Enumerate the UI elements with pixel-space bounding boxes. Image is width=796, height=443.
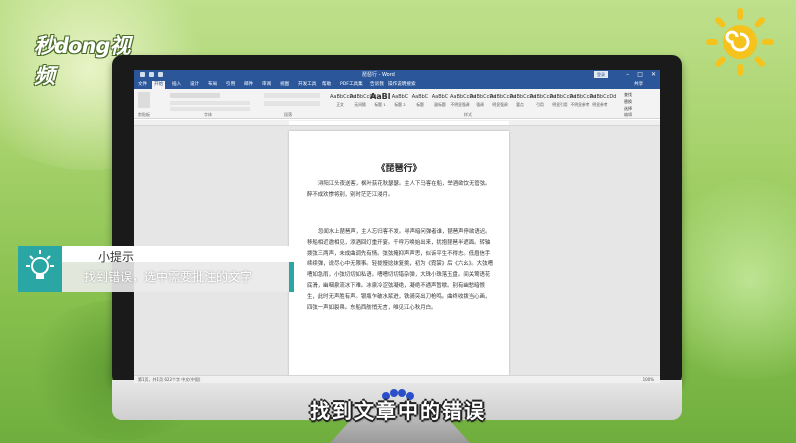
status-bar: 第1页，共1页 622个字 中文(中国) 100% <box>134 375 660 383</box>
tab-view[interactable]: 视图 <box>280 81 289 87</box>
ribbon: AaBbCcDd 正文 AaBbCcDd 无间隔 AaBl 标题 1 AaBbC 标题 … <box>134 89 660 119</box>
lightbulb-icon <box>26 250 54 279</box>
paragraph-buttons[interactable] <box>264 93 320 98</box>
share-button[interactable]: 共享 <box>634 81 643 87</box>
maximize-icon[interactable]: □ <box>637 71 643 78</box>
tab-mailings[interactable]: 邮件 <box>244 81 253 87</box>
group-label-editing: 编辑 <box>624 112 632 117</box>
style-no-spacing[interactable]: AaBbCcDd 无间隔 <box>350 92 376 110</box>
ruler-active-area[interactable] <box>289 121 509 125</box>
paste-icon[interactable] <box>138 92 150 108</box>
group-label-clipboard: 剪贴板 <box>138 112 150 117</box>
redo-icon[interactable] <box>158 72 163 77</box>
group-label-font: 字体 <box>204 112 212 117</box>
document-title: 《琵琶行》 <box>376 164 422 174</box>
quick-access-toolbar <box>140 72 163 77</box>
tab-layout[interactable]: 布局 <box>208 81 217 87</box>
tab-review[interactable]: 审阅 <box>262 81 271 87</box>
group-label-paragraph: 段落 <box>284 112 292 117</box>
font-color-buttons[interactable] <box>170 107 250 111</box>
style-intense-quote[interactable]: AaBbCcDd 明显引用 <box>550 92 576 110</box>
style-subtle-emphasis[interactable]: AaBbCcDd 不明显强调 <box>450 92 476 110</box>
font-selector[interactable] <box>170 93 220 98</box>
tab-help[interactable]: 帮助 <box>322 81 331 87</box>
style-intense-emphasis[interactable]: AaBbCcDd 明显强调 <box>490 92 516 110</box>
alignment-buttons[interactable] <box>264 101 320 106</box>
tip-heading: 小提示 <box>98 250 135 264</box>
replace-button[interactable]: 替换 <box>624 99 632 105</box>
document-page[interactable]: 《琵琶行》 浔阳江头夜送客，枫叶荻花秋瑟瑟。主人下马客在船，举酒欲饮无管弦。醉不… <box>289 131 509 381</box>
style-heading-2[interactable]: AaBbC 标题 2 <box>390 92 410 110</box>
style-subtle-reference[interactable]: AaBbCcDd 不明显参考 <box>570 92 596 110</box>
tab-design[interactable]: 设计 <box>190 81 199 87</box>
tab-insert[interactable]: 插入 <box>172 81 181 87</box>
style-subtitle[interactable]: AaBbC 副标题 <box>430 92 450 110</box>
style-strong[interactable]: AaBbCcDd 要点 <box>510 92 536 110</box>
style-heading-1[interactable]: AaBl 标题 1 <box>370 92 390 110</box>
close-icon[interactable]: ✕ <box>651 71 656 78</box>
document-paragraph[interactable]: 浔阳江头夜送客，枫叶荻花秋瑟瑟。主人下马客在船，举酒欲饮无管弦。醉不成欢惨将别，… <box>307 179 493 201</box>
tab-file[interactable]: 文件 <box>138 81 147 87</box>
style-emphasis[interactable]: AaBbCcDd 强调 <box>470 92 496 110</box>
title-bar: 琵琶行 - Word 登录 – □ ✕ <box>134 70 660 80</box>
tell-me-icon[interactable]: 告诉我 <box>370 81 384 87</box>
ribbon-tabs: 文件 开始 插入 设计 布局 引用 邮件 审阅 视图 开发工具 帮助 PDF工具… <box>134 80 660 89</box>
undo-icon[interactable] <box>149 72 154 77</box>
tip-icon-box <box>18 246 62 292</box>
tab-references[interactable]: 引用 <box>226 81 235 87</box>
tip-header <box>62 246 294 262</box>
style-title[interactable]: AaBbC 标题 <box>410 92 430 110</box>
search-box[interactable]: 操作说明搜索 <box>388 81 416 87</box>
tip-text: 找到错误，选中需要批注的文字 <box>84 270 253 284</box>
group-label-styles: 样式 <box>464 112 472 117</box>
style-quote[interactable]: AaBbCcDd 引用 <box>530 92 556 110</box>
style-normal[interactable]: AaBbCcDd 正文 <box>330 92 356 110</box>
login-button[interactable]: 登录 <box>594 71 608 78</box>
style-intense-reference[interactable]: AaBbCcDd 明显参考 <box>590 92 616 110</box>
word-window: 琵琶行 - Word 登录 – □ ✕ 文件 开始 插入 设计 布局 引用 邮件… <box>134 70 660 383</box>
font-format-buttons[interactable] <box>170 101 250 105</box>
tab-developer[interactable]: 开发工具 <box>298 81 316 87</box>
save-icon[interactable] <box>140 72 145 77</box>
video-subtitle: 找到文章中的错误 <box>310 399 486 423</box>
zoom-level[interactable]: 100% <box>643 377 654 382</box>
sun-icon <box>706 8 774 76</box>
minimize-icon[interactable]: – <box>626 71 629 78</box>
window-controls: – □ ✕ <box>626 71 656 78</box>
document-paragraph[interactable]: 忽闻水上琵琶声，主人忘归客不发。寻声暗问弹者谁，琵琶声停欲语迟。移船相近邀相见，… <box>307 227 493 313</box>
tab-pdf-tools[interactable]: PDF工具集 <box>340 81 363 87</box>
find-button[interactable]: 查找 <box>624 92 632 98</box>
window-title: 琵琶行 - Word <box>362 72 395 78</box>
brand-logo: 秒dong视频 <box>14 10 144 88</box>
status-text: 第1页，共1页 622个字 中文(中国) <box>138 377 201 382</box>
tab-home[interactable]: 开始 <box>152 81 166 89</box>
